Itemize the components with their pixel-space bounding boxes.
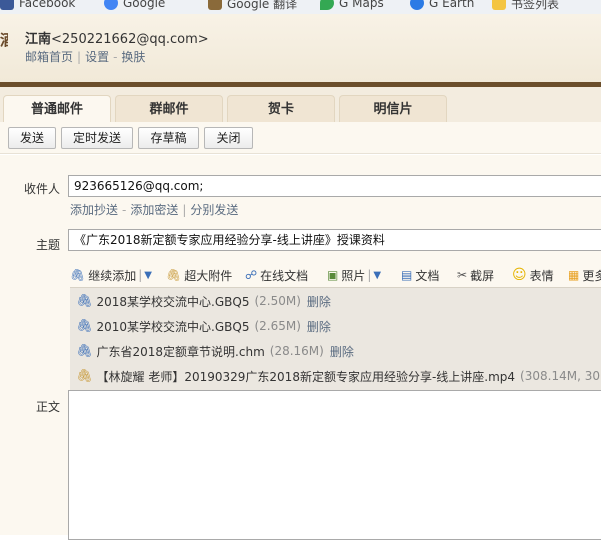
timed-send-button[interactable]: 定时发送 xyxy=(61,127,133,149)
user-email: <250221662@qq.com> xyxy=(51,32,209,47)
document-button[interactable]: ▤ 文档 xyxy=(401,266,439,284)
bookmark-google[interactable]: Google xyxy=(104,0,165,12)
google-translate-icon xyxy=(208,0,222,10)
divider: | xyxy=(182,203,187,217)
recipient-label: 收件人 xyxy=(23,182,60,196)
divider: | xyxy=(138,268,143,282)
divider: | xyxy=(367,268,372,282)
attachment-toolbar: 🖇 继续添加 | ▼ 🖇 超大附件 ☍ 在线文档 ▣ 照片 | ▼ ▤ 文档 ✂… xyxy=(68,266,601,286)
close-button[interactable]: 关闭 xyxy=(204,127,253,149)
attachment-item: 🖇 广东省2018定额章节说明.chm (28.16M) 删除 xyxy=(76,342,354,360)
screenshot-button[interactable]: ✂ 截屏 xyxy=(457,266,494,284)
attachment-item: 🖇 【林旋耀 老师】20190329广东2018新定额专家应用经验分享-线上讲座… xyxy=(76,367,600,385)
smiley-icon: ☺ xyxy=(512,267,527,283)
delete-attachment-link[interactable]: 删除 xyxy=(330,343,354,360)
google-icon xyxy=(104,0,118,10)
share-icon: ☍ xyxy=(245,268,258,282)
earth-icon xyxy=(410,0,424,10)
compose-toolbar: 发送 定时发送 存草稿 关闭 xyxy=(0,122,601,154)
scissors-icon: ✂ xyxy=(457,268,468,282)
attachment-size: (2.50M) xyxy=(254,294,301,308)
attachment-name: 2010某学校交流中心.GBQ5 xyxy=(96,319,250,334)
bookmark-earth[interactable]: G Earth xyxy=(410,0,474,12)
subject-label: 主题 xyxy=(35,238,60,252)
send-separately-link[interactable]: 分别发送 xyxy=(190,203,238,217)
attachment-size: (2.65M) xyxy=(254,319,301,333)
facebook-icon xyxy=(0,0,14,10)
tab-normal-mail[interactable]: 普通邮件 xyxy=(3,95,111,122)
bookmark-folder[interactable]: 书签列表 xyxy=(492,0,559,12)
user-name: 江南 xyxy=(25,32,52,47)
compose-tabs: 普通邮件 群邮件 贺卡 明信片 xyxy=(0,87,601,122)
bookmark-folder-icon xyxy=(492,0,506,10)
add-cc-link[interactable]: 添加抄送 xyxy=(70,203,118,217)
paperclip-icon: 🖇 xyxy=(76,343,93,359)
photo-icon: ▣ xyxy=(327,268,339,282)
bookmarks-bar: Facebook Google Google 翻译 G Maps G Earth… xyxy=(0,0,601,14)
attachment-name: 广东省2018定额章节说明.chm xyxy=(96,344,265,359)
maps-icon xyxy=(320,0,334,10)
online-doc-button[interactable]: ☍ 在线文档 xyxy=(245,266,308,284)
mailbox-header: 酒 江南<250221662@qq.com> 邮箱首页 | 设置 - 换肤 xyxy=(0,14,601,82)
attachment-name: 2018某学校交流中心.GBQ5 xyxy=(96,294,250,309)
send-button[interactable]: 发送 xyxy=(8,127,56,149)
gold-paperclip-icon: 🖇 xyxy=(76,368,93,384)
more-button[interactable]: ▦ 更多 xyxy=(568,266,601,284)
large-attachment-button[interactable]: 🖇 超大附件 xyxy=(166,266,232,284)
recipient-field[interactable]: 923665126@qq.com; xyxy=(68,175,601,197)
chevron-down-icon[interactable]: ▼ xyxy=(373,270,381,281)
delete-attachment-link[interactable]: 删除 xyxy=(307,293,331,310)
delete-attachment-link[interactable]: 删除 xyxy=(307,318,331,335)
attachment-list: 🖇 2018某学校交流中心.GBQ5 (2.50M) 删除 🖇 2010某学校交… xyxy=(70,287,601,390)
gold-paperclip-icon: 🖇 xyxy=(166,268,182,282)
emoji-button[interactable]: ☺ 表情 xyxy=(512,266,554,284)
divider: - xyxy=(113,50,118,64)
subject-value: 《广东2018新定额专家应用经验分享-线上讲座》授课资料 xyxy=(74,233,385,247)
subject-field[interactable]: 《广东2018新定额专家应用经验分享-线上讲座》授课资料 xyxy=(68,229,601,251)
paperclip-icon: 🖇 xyxy=(76,293,93,309)
body-label: 正文 xyxy=(35,400,60,414)
tab-group-mail[interactable]: 群邮件 xyxy=(115,95,223,122)
add-bcc-link[interactable]: 添加密送 xyxy=(130,203,178,217)
bookmark-google-translate[interactable]: Google 翻译 xyxy=(208,0,297,12)
paperclip-icon: 🖇 xyxy=(70,268,86,282)
compose-form: 收件人 923665126@qq.com; 添加抄送 - 添加密送 | 分别发送 主题 … xyxy=(0,155,601,540)
chevron-down-icon[interactable]: ▼ xyxy=(144,270,152,281)
body-editor[interactable] xyxy=(68,390,601,540)
mailbox-logo: 酒 xyxy=(0,31,8,49)
attachment-item: 🖇 2018某学校交流中心.GBQ5 (2.50M) 删除 xyxy=(76,292,331,310)
tab-greeting-card[interactable]: 贺卡 xyxy=(227,95,335,122)
bookmark-facebook[interactable]: Facebook xyxy=(0,0,75,12)
link-settings[interactable]: 设置 xyxy=(85,50,109,64)
grid-icon: ▦ xyxy=(568,268,580,282)
divider: | xyxy=(77,50,82,64)
tab-postcard[interactable]: 明信片 xyxy=(339,95,447,122)
attachment-size: (28.16M) xyxy=(269,344,324,358)
user-identity: 江南<250221662@qq.com> xyxy=(25,28,209,47)
attachment-size: (308.14M, 30 xyxy=(520,369,600,383)
paperclip-icon: 🖇 xyxy=(76,318,93,334)
attachment-item: 🖇 2010某学校交流中心.GBQ5 (2.65M) 删除 xyxy=(76,317,331,335)
recipient-value: 923665126@qq.com; xyxy=(74,179,204,193)
bookmark-maps[interactable]: G Maps xyxy=(320,0,384,12)
divider: - xyxy=(122,203,127,217)
header-links: 邮箱首页 | 设置 - 换肤 xyxy=(25,48,145,65)
recipient-options: 添加抄送 - 添加密送 | 分别发送 xyxy=(70,201,238,218)
save-draft-button[interactable]: 存草稿 xyxy=(138,127,199,149)
photo-button[interactable]: ▣ 照片 | ▼ xyxy=(327,266,381,284)
link-mailbox-home[interactable]: 邮箱首页 xyxy=(25,50,73,64)
attachment-name: 【林旋耀 老师】20190329广东2018新定额专家应用经验分享-线上讲座.m… xyxy=(96,369,516,384)
link-change-skin[interactable]: 换肤 xyxy=(121,50,145,64)
continue-add-button[interactable]: 🖇 继续添加 | ▼ xyxy=(70,266,152,284)
document-icon: ▤ xyxy=(401,268,413,282)
